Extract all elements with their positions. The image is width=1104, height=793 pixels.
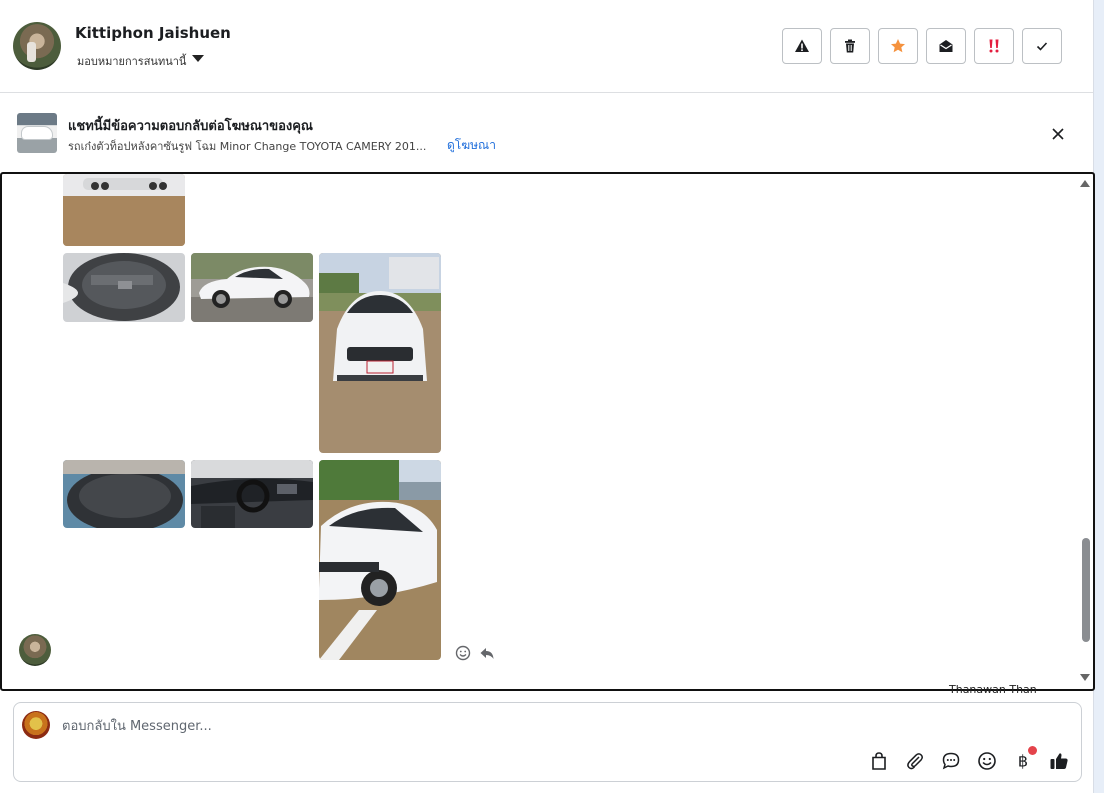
envelope-open-icon: [939, 40, 953, 52]
page-avatar: [22, 711, 50, 739]
car-photo-front-angle[interactable]: [319, 460, 441, 660]
assign-label: มอบหมายการสนทนานี้: [77, 55, 187, 68]
message-thread[interactable]: [0, 172, 1095, 691]
reply-arrow-icon[interactable]: [479, 645, 495, 661]
mark-done-button[interactable]: [1022, 28, 1062, 64]
ad-title: รถเก๋งตัวท็อปหลังคาซันรูฟ โฉม Minor Chan…: [68, 140, 427, 153]
star-icon: [891, 39, 905, 53]
sender-avatar[interactable]: [19, 634, 51, 666]
send-like-button[interactable]: [1049, 751, 1069, 771]
saved-replies-button[interactable]: [941, 751, 961, 771]
trash-icon: [845, 39, 855, 53]
double-exclamation-icon: [989, 39, 999, 53]
delete-button[interactable]: [830, 28, 870, 64]
shopping-bag-icon: [872, 752, 886, 770]
caret-down-icon: [192, 54, 205, 62]
follow-up-button[interactable]: [974, 28, 1014, 64]
paperclip-icon: [907, 753, 923, 770]
mark-unread-button[interactable]: [926, 28, 966, 64]
car-photo-side[interactable]: [191, 253, 313, 322]
smiley-react-icon[interactable]: [455, 645, 471, 661]
chat-scrollbar-thumb[interactable]: [1082, 538, 1090, 642]
assign-conversation-dropdown[interactable]: มอบหมายการสนทนานี้: [77, 52, 205, 70]
contact-avatar[interactable]: [13, 22, 61, 70]
checkmark-icon: [1036, 42, 1048, 51]
emoji-button[interactable]: [977, 751, 997, 771]
close-icon[interactable]: [1048, 124, 1068, 144]
contact-name[interactable]: Kittiphon Jaishuen: [75, 24, 231, 42]
window-edge-strip: [1094, 0, 1104, 793]
emoji-icon: [978, 752, 996, 770]
shopping-bag-button[interactable]: [869, 751, 889, 771]
attach-file-button[interactable]: [905, 751, 925, 771]
thumbs-up-icon: [1050, 753, 1068, 769]
car-interior-photo[interactable]: [191, 460, 313, 528]
report-spam-button[interactable]: [782, 28, 822, 64]
svg-text:฿: ฿: [1018, 752, 1028, 771]
car-photo-rear[interactable]: [63, 174, 185, 246]
view-ad-link[interactable]: ดูโฆษณา: [447, 136, 496, 155]
banner-title: แชทนี้มีข้อความตอบกลับต่อโฆษณาของคุณ: [68, 119, 313, 134]
chat-bubble-icon: [942, 752, 960, 770]
reply-input[interactable]: [62, 716, 762, 736]
spare-tire-photo[interactable]: [63, 253, 185, 322]
ad-thumbnail[interactable]: [17, 113, 57, 153]
warning-icon: [795, 39, 809, 52]
scroll-up-arrow-icon[interactable]: [1080, 180, 1090, 187]
spare-tire-closeup-photo[interactable]: [63, 460, 185, 528]
scroll-down-arrow-icon[interactable]: [1080, 674, 1090, 681]
header-actions: [782, 28, 1062, 64]
next-sender-name: Thanawan Than: [949, 683, 1037, 696]
notification-dot: [1028, 746, 1037, 755]
car-photo-front[interactable]: [319, 253, 441, 453]
star-button[interactable]: [878, 28, 918, 64]
